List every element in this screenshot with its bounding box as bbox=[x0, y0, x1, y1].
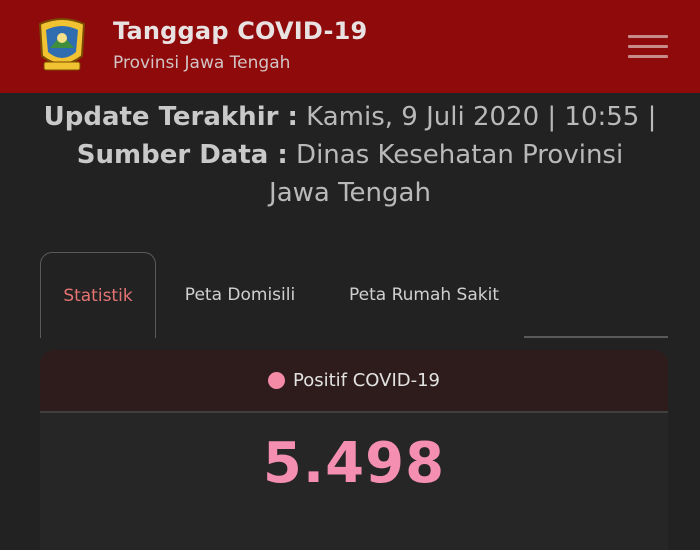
update-info: Update Terakhir : Kamis, 9 Juli 2020 | 1… bbox=[0, 98, 700, 212]
positive-card: Positif COVID-19 5.498 bbox=[40, 350, 668, 550]
tab-statistik[interactable]: Statistik bbox=[40, 252, 156, 338]
source-label: Sumber Data : bbox=[76, 140, 288, 170]
app-title: Tanggap COVID-19 bbox=[113, 17, 368, 45]
source-line-2: Jawa Tengah bbox=[0, 174, 700, 212]
status-dot-icon bbox=[267, 372, 285, 389]
app-header: Tanggap COVID-19 Provinsi Jawa Tengah bbox=[0, 0, 700, 93]
update-line: Update Terakhir : Kamis, 9 Juli 2020 | 1… bbox=[0, 98, 700, 136]
tab-peta-domisili[interactable]: Peta Domisili bbox=[160, 252, 320, 338]
source-value-cont: Jawa Tengah bbox=[269, 178, 431, 208]
header-titles: Tanggap COVID-19 Provinsi Jawa Tengah bbox=[113, 16, 367, 76]
app-subtitle: Provinsi Jawa Tengah bbox=[113, 53, 291, 73]
tab-underline bbox=[524, 336, 668, 338]
tab-peta-rumah-sakit[interactable]: Peta Rumah Sakit bbox=[324, 252, 524, 338]
source-value: Dinas Kesehatan Provinsi bbox=[296, 140, 624, 170]
hamburger-menu-icon[interactable] bbox=[628, 33, 672, 63]
card-label: Positif COVID-19 bbox=[292, 370, 441, 391]
positive-count: 5.498 bbox=[262, 431, 446, 496]
update-label: Update Terakhir : bbox=[43, 102, 298, 132]
source-line: Sumber Data : Dinas Kesehatan Provinsi bbox=[0, 136, 700, 174]
jawa-tengah-emblem-icon bbox=[34, 16, 90, 74]
tab-bar: Statistik Peta Domisili Peta Rumah Sakit bbox=[40, 252, 668, 338]
update-value: Kamis, 9 Juli 2020 | 10:55 | bbox=[306, 102, 657, 132]
card-header: Positif COVID-19 bbox=[40, 350, 668, 413]
